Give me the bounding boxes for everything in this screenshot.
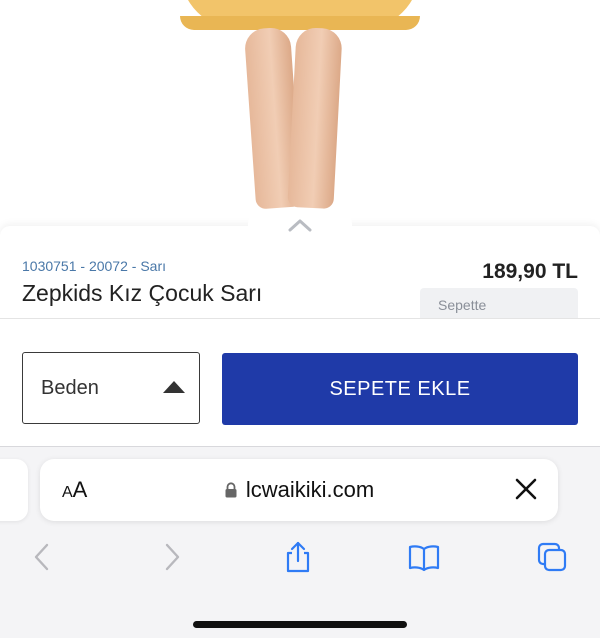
lock-icon: [225, 482, 237, 498]
product-sku: 1030751 - 20072 - Sarı: [22, 258, 166, 274]
address-bar[interactable]: AA lcwaikiki.com: [40, 459, 558, 521]
book-icon: [408, 545, 440, 572]
add-to-cart-button[interactable]: SEPETE EKLE: [222, 353, 578, 425]
model-leg-right: [287, 26, 343, 210]
product-price: 189,90 TL: [482, 260, 578, 283]
chevron-right-icon: [165, 543, 180, 571]
chevron-left-icon: [34, 543, 49, 571]
chevron-up-icon: [288, 219, 312, 232]
cart-status-badge: Sepette: [420, 288, 578, 318]
back-button[interactable]: [20, 535, 64, 579]
browser-toolbar: AA lcwaikiki.com: [0, 446, 600, 638]
sku-color: Sarı: [140, 258, 167, 274]
expand-sheet-handle[interactable]: [248, 210, 352, 240]
dress-hem: [180, 0, 420, 30]
safari-nav-bar: [0, 535, 600, 583]
url-display[interactable]: lcwaikiki.com: [40, 477, 558, 503]
share-icon: [286, 541, 310, 573]
url-domain: lcwaikiki.com: [245, 477, 375, 502]
caret-up-icon: [163, 381, 185, 393]
size-select-label: Beden: [41, 376, 99, 399]
product-title: Zepkids Kız Çocuk Sarı: [22, 280, 263, 306]
home-indicator: [193, 621, 407, 628]
close-icon[interactable]: [512, 475, 540, 503]
previous-tab-preview[interactable]: [0, 459, 28, 521]
tabs-button[interactable]: [530, 535, 574, 579]
sku-code: 1030751 - 20072 -: [22, 258, 141, 274]
purchase-bar: Beden SEPETE EKLE: [0, 318, 600, 446]
size-select[interactable]: Beden: [22, 352, 200, 424]
forward-button[interactable]: [150, 535, 194, 579]
product-image[interactable]: [0, 0, 600, 240]
bookmarks-button[interactable]: [402, 535, 446, 579]
share-button[interactable]: [276, 535, 320, 579]
tabs-icon: [537, 542, 567, 572]
